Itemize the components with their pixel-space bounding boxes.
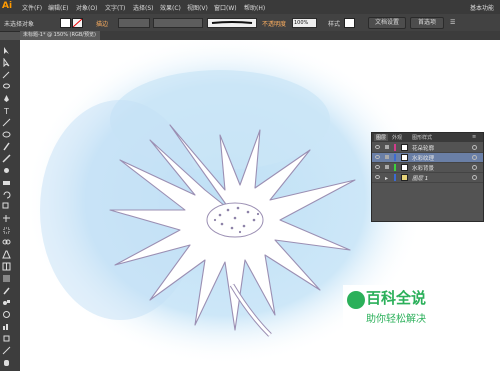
layer-thumbnail	[401, 174, 408, 181]
layers-panel: 图层 外观 图形样式 ≡ 花朵轮廓 水彩纹理 水彩背景 ▸ 图层 1	[371, 132, 484, 222]
tab-graphic-styles[interactable]: 图形样式	[412, 134, 432, 141]
fill-swatch[interactable]	[60, 18, 71, 28]
menu-window[interactable]: 窗口(W)	[214, 3, 237, 12]
visibility-eye-icon[interactable]	[375, 175, 380, 179]
visibility-eye-icon[interactable]	[375, 165, 380, 169]
layer-name[interactable]: 图层 1	[412, 174, 428, 182]
tab-appearance[interactable]: 外观	[392, 134, 402, 141]
eyedropper-tool-icon[interactable]	[2, 286, 11, 295]
tab-layers[interactable]: 图层	[374, 134, 389, 141]
layer-thumbnail	[401, 154, 408, 161]
width-tool-icon[interactable]	[2, 214, 11, 223]
baike-watermark: 百科全说 助你轻松解决	[343, 285, 463, 348]
layer-color-bar	[394, 164, 396, 171]
magic-wand-tool-icon[interactable]	[2, 70, 11, 79]
variable-width-dropdown[interactable]	[153, 18, 203, 28]
app-logo: Ai	[2, 1, 13, 11]
blob-brush-tool-icon[interactable]	[2, 166, 11, 175]
arrange-icon[interactable]: ☰	[450, 19, 455, 26]
style-label: 样式	[328, 21, 341, 28]
layer-name[interactable]: 水彩纹理	[412, 154, 434, 162]
type-tool-icon[interactable]: T	[2, 106, 11, 115]
stroke-weight-field[interactable]	[118, 18, 150, 28]
control-bar: 未选择对象 描边 不透明度 100% 样式 文档设置 首选项 ☰	[0, 14, 500, 32]
lock-icon[interactable]	[385, 145, 389, 149]
layer-thumbnail	[401, 144, 408, 151]
stroke-label[interactable]: 描边	[96, 19, 108, 28]
column-graph-tool-icon[interactable]	[2, 322, 11, 331]
tools-panel: T	[0, 40, 21, 371]
menu-object[interactable]: 对象(O)	[76, 3, 97, 12]
visibility-eye-icon[interactable]	[375, 155, 380, 159]
free-transform-tool-icon[interactable]	[2, 226, 11, 235]
menu-select[interactable]: 选择(S)	[133, 3, 154, 12]
lock-icon[interactable]	[385, 155, 389, 159]
target-circle-icon[interactable]	[472, 175, 477, 180]
visibility-eye-icon[interactable]	[375, 145, 380, 149]
menu-bar: Ai 文件(F) 编辑(E) 对象(O) 文字(T) 选择(S) 效果(C) 视…	[0, 0, 500, 14]
stroke-swatch[interactable]	[72, 18, 83, 28]
preferences-button[interactable]: 首选项	[410, 17, 444, 29]
layer-color-bar	[394, 174, 396, 181]
layer-name[interactable]: 花朵轮廓	[412, 144, 434, 152]
lasso-tool-icon[interactable]	[2, 82, 11, 91]
symbol-sprayer-tool-icon[interactable]	[2, 310, 11, 319]
document-tab-bar: 未标题-1* @ 150% (RGB/预览)	[20, 31, 500, 40]
selection-tool-icon[interactable]	[2, 46, 11, 55]
scale-tool-icon[interactable]	[2, 202, 11, 211]
layer-color-bar	[394, 154, 396, 161]
rotate-tool-icon[interactable]	[2, 190, 11, 199]
menu-effect[interactable]: 效果(C)	[160, 3, 181, 12]
gradient-tool-icon[interactable]	[2, 274, 11, 283]
hand-tool-icon[interactable]	[2, 358, 11, 367]
watermark-title: 百科全说	[366, 289, 427, 307]
menu-type[interactable]: 文字(T)	[105, 3, 125, 12]
shape-builder-tool-icon[interactable]	[2, 238, 11, 247]
layer-row-selected[interactable]: 水彩纹理	[372, 153, 483, 163]
perspective-grid-tool-icon[interactable]	[2, 250, 11, 259]
paintbrush-tool-icon[interactable]	[2, 142, 11, 151]
brush-stroke-preview	[211, 21, 253, 24]
artboard-tool-icon[interactable]	[2, 334, 11, 343]
layers-panel-tabs: 图层 外观 图形样式 ≡	[372, 133, 483, 142]
watermark-subtitle: 助你轻松解决	[366, 314, 426, 325]
layer-row[interactable]: 水彩背景	[372, 163, 483, 173]
menu-file[interactable]: 文件(F)	[22, 3, 42, 12]
workspace-switcher[interactable]: 基本功能	[470, 3, 494, 12]
direct-selection-tool-icon[interactable]	[2, 58, 11, 67]
target-circle-icon[interactable]	[472, 155, 477, 160]
selection-status: 未选择对象	[4, 21, 35, 28]
eraser-tool-icon[interactable]	[2, 178, 11, 187]
blend-tool-icon[interactable]	[2, 298, 11, 307]
baike-logo-icon	[347, 291, 365, 309]
slice-tool-icon[interactable]	[2, 346, 11, 355]
target-circle-icon[interactable]	[472, 145, 477, 150]
layer-name[interactable]: 水彩背景	[412, 164, 434, 172]
document-setup-button[interactable]: 文档设置	[368, 17, 406, 29]
opacity-field[interactable]: 100%	[292, 18, 317, 28]
target-circle-icon[interactable]	[472, 165, 477, 170]
svg-text:T: T	[3, 107, 9, 115]
pencil-tool-icon[interactable]	[2, 154, 11, 163]
graphic-style-swatch[interactable]	[344, 18, 355, 28]
document-tab[interactable]: 未标题-1* @ 150% (RGB/预览)	[20, 31, 100, 40]
layer-row[interactable]: 花朵轮廓	[372, 143, 483, 153]
expand-arrow-icon[interactable]: ▸	[385, 175, 389, 182]
menu-view[interactable]: 视图(V)	[187, 3, 208, 12]
opacity-label[interactable]: 不透明度	[262, 19, 286, 28]
layer-thumbnail	[401, 164, 408, 171]
ellipse-tool-icon[interactable]	[2, 130, 11, 139]
mesh-tool-icon[interactable]	[2, 262, 11, 271]
menu-edit[interactable]: 编辑(E)	[48, 3, 68, 12]
line-tool-icon[interactable]	[2, 118, 11, 127]
brush-definition-dropdown[interactable]	[207, 18, 257, 28]
none-slash-icon	[72, 18, 83, 28]
menu-help[interactable]: 帮助(H)	[244, 3, 265, 12]
layer-color-bar	[394, 144, 396, 151]
pen-tool-icon[interactable]	[2, 94, 11, 103]
panel-menu-icon[interactable]: ≡	[472, 134, 476, 140]
layer-row[interactable]: ▸ 图层 1	[372, 173, 483, 183]
lock-icon[interactable]	[385, 165, 389, 169]
